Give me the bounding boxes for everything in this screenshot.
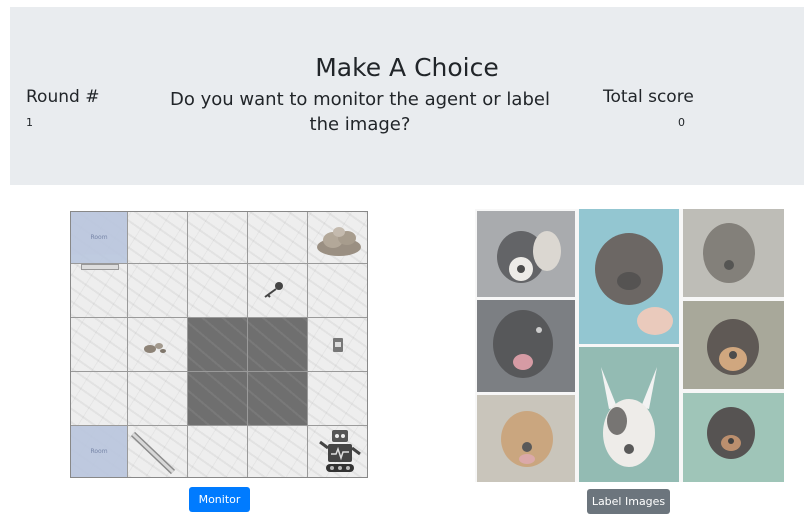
question-text: Do you want to monitor the agent or labe… — [170, 89, 550, 135]
cup-icon — [333, 338, 343, 352]
grid-line — [71, 371, 367, 372]
key-icon — [264, 282, 283, 298]
grid-line — [71, 317, 367, 318]
grid-line — [307, 212, 308, 477]
round-label: Round # — [26, 87, 100, 107]
grid-line — [71, 425, 367, 426]
grid-line — [127, 212, 128, 477]
header-panel: Make A Choice Round # 1 Do you want to m… — [10, 7, 804, 185]
pipe-icon — [130, 431, 176, 475]
agent-grid-image: Room Room — [70, 211, 368, 478]
room-label: Room — [90, 234, 108, 241]
room-tile-bottom: Room — [71, 426, 127, 477]
score-value: 0 — [678, 116, 685, 129]
round-value: 1 — [26, 116, 33, 129]
grid-line — [247, 212, 248, 477]
room-label: Room — [90, 448, 108, 455]
monitor-button[interactable]: Monitor — [189, 487, 250, 512]
page-title: Make A Choice — [315, 53, 499, 82]
rocks-icon — [317, 227, 361, 256]
robot-icon — [319, 430, 361, 472]
dog-collage-image — [475, 209, 784, 482]
label-images-button[interactable]: Label Images — [587, 489, 670, 514]
room-tile-top: Room — [71, 212, 127, 263]
pebbles-icon — [144, 343, 166, 353]
shelf-icon — [81, 264, 119, 270]
image-overlay — [475, 209, 784, 482]
score-label: Total score — [603, 87, 694, 107]
grid-line — [187, 212, 188, 477]
